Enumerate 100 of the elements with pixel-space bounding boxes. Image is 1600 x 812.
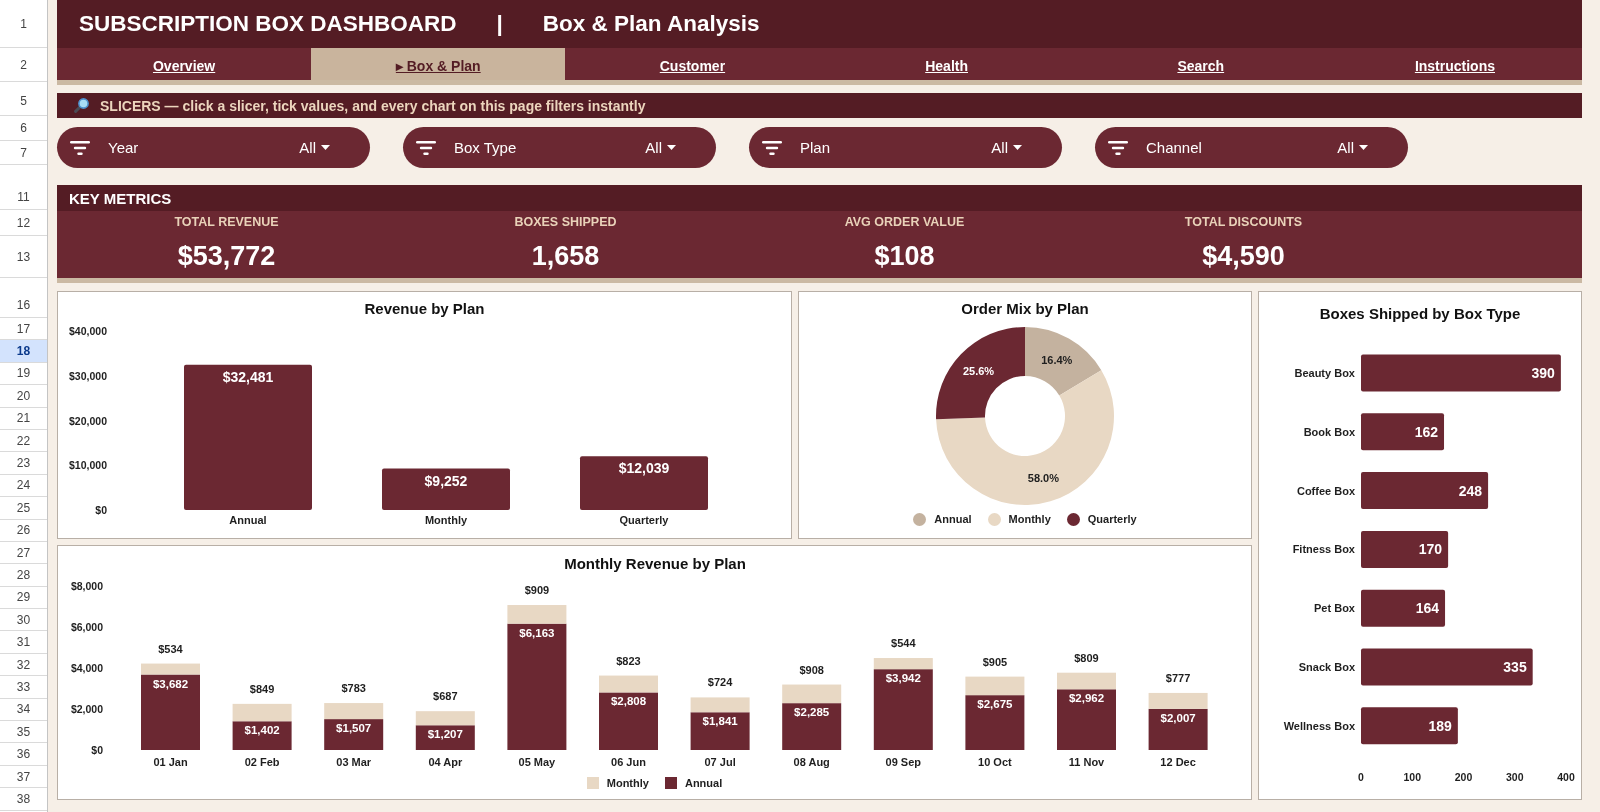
value-label: 189 <box>1428 717 1452 734</box>
row-number: 36 <box>0 743 47 766</box>
axis-tick-label: $2,000 <box>70 703 103 715</box>
caret-icon <box>1013 145 1022 150</box>
row-number: 21 <box>0 407 47 430</box>
dashboard-title: SUBSCRIPTION BOX DASHBOARD <box>79 11 457 37</box>
nav-tab[interactable]: Customer <box>565 48 820 80</box>
metric-value: $108 <box>874 240 935 272</box>
axis-tick-label: 100 <box>1403 771 1421 783</box>
value-label: $534 <box>158 642 183 655</box>
axis-tick-label: $40,000 <box>69 325 107 337</box>
value-label: $687 <box>433 690 458 703</box>
value-label: $809 <box>1074 651 1099 664</box>
row-number: 38 <box>0 788 47 811</box>
category-label: Monthly <box>424 514 468 526</box>
caret-icon <box>321 145 330 150</box>
value-label: 162 <box>1414 423 1439 440</box>
axis-tick-label: 200 <box>1454 771 1473 783</box>
filter-icon <box>762 140 782 155</box>
category-label: 04 Apr <box>428 756 463 768</box>
category-label: Wellness Box <box>1283 719 1355 732</box>
category-label: 01 Jan <box>153 756 188 768</box>
slicer-dropdown[interactable]: Year All <box>57 127 370 168</box>
slicer-dropdown[interactable]: Channel All <box>1095 127 1408 168</box>
value-label: $6,163 <box>519 626 555 639</box>
category-label: 07 Jul <box>704 756 736 768</box>
metric-value: 1,658 <box>531 240 600 272</box>
row-number: 28 <box>0 564 47 587</box>
legend-label: Annual <box>934 513 972 525</box>
section-header: KEY METRICS <box>57 185 1582 211</box>
category-label: Coffee Box <box>1296 484 1355 497</box>
value-label: $908 <box>799 663 824 676</box>
value-label: $12,039 <box>618 460 670 477</box>
axis-tick-label: $20,000 <box>69 414 107 427</box>
value-label: $2,675 <box>977 698 1013 711</box>
category-label: 05 May <box>518 756 556 768</box>
axis-tick-label: 300 <box>1506 771 1524 783</box>
nav-tab[interactable]: Instructions <box>1327 48 1583 80</box>
filter-icon <box>1108 140 1128 155</box>
slicer-dropdown[interactable]: Box Type All <box>403 127 716 168</box>
value-label: $3,682 <box>152 677 189 690</box>
axis-tick-label: $6,000 <box>70 621 103 633</box>
nav-tab[interactable]: Overview <box>57 48 312 80</box>
axis-tick-label: 400 <box>1557 771 1575 783</box>
nav-tab[interactable]: Search <box>1073 48 1328 80</box>
metric-label: TOTAL DISCOUNTS <box>1184 215 1303 230</box>
axis-tick-label: 0 <box>1358 771 1364 783</box>
value-label: $1,507 <box>336 722 372 735</box>
row-number: 25 <box>0 497 47 520</box>
category-label: 10 Oct <box>978 756 1012 768</box>
value-label: $2,962 <box>1068 692 1105 705</box>
category-label: Fitness Box <box>1292 543 1355 556</box>
row-number: 5 <box>0 86 47 116</box>
row-number: 1 <box>0 0 47 48</box>
value-label: 335 <box>1503 659 1527 675</box>
banner-text: SLICERS — click a slicer, tick values, and every chart on this page filters instantly <box>100 97 646 114</box>
category-label: 02 Feb <box>244 756 280 768</box>
category-label: 09 Sep <box>885 756 922 768</box>
category-label: Pet Box <box>1314 602 1355 615</box>
chart-title: Boxes Shipped by Box Type <box>1319 305 1521 322</box>
row-number: 29 <box>0 586 47 610</box>
value-label: $724 <box>707 676 733 689</box>
legend-label: Annual <box>684 777 723 789</box>
legend-label: Monthly <box>606 777 649 789</box>
row-number: 31 <box>0 631 47 654</box>
axis-tick-label: $30,000 <box>69 369 107 382</box>
caret-icon <box>1359 145 1368 150</box>
axis-tick-label: $0 <box>91 744 103 756</box>
metric-value: $4,590 <box>1202 240 1285 272</box>
category-label: Beauty Box <box>1294 367 1355 379</box>
category-label: 08 Aug <box>793 756 830 768</box>
value-label: $823 <box>616 654 641 667</box>
axis-tick-label: $10,000 <box>69 459 107 472</box>
row-number: 24 <box>0 474 47 498</box>
nav-tab[interactable]: Health <box>819 48 1074 80</box>
category-label: 12 Dec <box>1160 756 1196 768</box>
category-label: Snack Box <box>1298 661 1355 673</box>
metric-label: AVG ORDER VALUE <box>844 215 965 230</box>
slicer-dropdown[interactable]: Plan All <box>749 127 1062 168</box>
row-number: 13 <box>0 236 47 278</box>
title-separator: | <box>496 11 503 37</box>
axis-tick-label: $4,000 <box>70 662 103 674</box>
value-label: $32,481 <box>222 368 274 385</box>
value-label: $2,285 <box>794 706 830 719</box>
row-number: 23 <box>0 452 47 475</box>
slice-label: 58.0% <box>1027 471 1059 484</box>
value-label: 164 <box>1415 600 1440 617</box>
row-number: 34 <box>0 698 47 722</box>
category-label: 03 Mar <box>336 756 372 768</box>
value-label: 390 <box>1531 365 1555 381</box>
value-label: $2,808 <box>610 695 647 708</box>
legend-label: Monthly <box>1008 513 1051 525</box>
nav-tab[interactable]: ▸ Box & Plan <box>311 48 566 80</box>
row-number: 26 <box>0 519 47 542</box>
search-icon <box>74 98 89 113</box>
category-label: Annual <box>229 514 267 526</box>
row-number: 35 <box>0 721 47 744</box>
row-number: 11 <box>0 185 47 210</box>
value-label: $909 <box>524 584 550 596</box>
value-label: 170 <box>1418 541 1443 558</box>
